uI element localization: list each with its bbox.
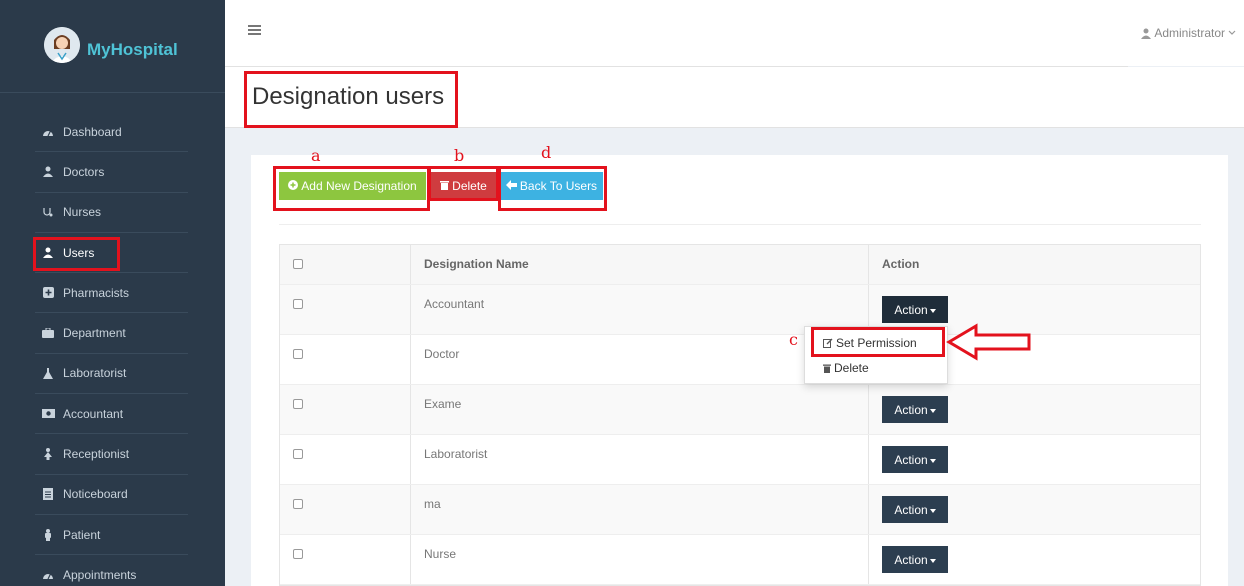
dashboard-icon	[41, 568, 55, 582]
briefcase-icon	[41, 326, 55, 340]
trash-icon	[823, 364, 831, 373]
dashboard-icon	[41, 125, 55, 139]
designation-name: ma	[424, 497, 441, 511]
sidebar-item-nurses[interactable]: Nurses	[35, 193, 188, 233]
sidebar-item-noticeboard[interactable]: Noticeboard	[35, 475, 188, 515]
table-row: Exame Action	[280, 385, 1200, 435]
user-name: Administrator	[1154, 26, 1225, 40]
sidebar-item-label: Nurses	[63, 205, 102, 220]
designation-name: Doctor	[424, 347, 460, 361]
sidebar-item-department[interactable]: Department	[35, 313, 188, 354]
designation-name: Exame	[424, 397, 462, 411]
table-row: Laboratorist Action	[280, 435, 1200, 485]
sidebar-item-label: Receptionist	[63, 447, 130, 462]
highlight-users	[33, 237, 120, 271]
table-row: ma Action	[280, 485, 1200, 535]
select-all-checkbox[interactable]	[293, 259, 303, 269]
sidebar: MyHospital Dashboard Doctors Nurses User…	[0, 0, 225, 586]
panel-divider	[279, 224, 1201, 225]
sidebar-item-doctors[interactable]: Doctors	[35, 152, 188, 193]
sidebar-item-label: Patient	[63, 527, 101, 542]
caret-down-icon	[929, 308, 936, 313]
designation-name: Accountant	[424, 297, 485, 311]
flask-icon	[41, 366, 55, 380]
sidebar-item-label: Department	[63, 326, 126, 341]
sidebar-item-appointments[interactable]: Appointments	[35, 555, 188, 586]
designation-name: Nurse	[424, 547, 457, 561]
sidebar-item-label: Doctors	[63, 164, 105, 179]
annotation-d: d	[541, 143, 552, 162]
sidebar-item-receptionist[interactable]: Receptionist	[35, 434, 188, 475]
arrow-left-annotation-icon	[946, 323, 1031, 361]
app-logo-text: MyHospital	[87, 40, 178, 59]
sidebar-item-dashboard[interactable]: Dashboard	[35, 112, 188, 153]
row-checkbox[interactable]	[293, 549, 303, 559]
sidebar-nav: Dashboard Doctors Nurses Users Pharmacis…	[35, 112, 188, 586]
stethoscope-icon	[41, 205, 55, 219]
sidebar-item-label: Accountant	[63, 406, 124, 421]
column-header-action: Action	[882, 257, 920, 271]
table-row: Nurse Action	[280, 535, 1200, 585]
sidebar-item-label: Pharmacists	[63, 285, 130, 300]
chevron-down-icon	[1228, 30, 1236, 35]
sidebar-item-label: Laboratorist	[63, 366, 127, 381]
plus-square-icon	[41, 286, 55, 300]
sidebar-item-label: Dashboard	[63, 124, 122, 139]
highlight-delete	[428, 166, 499, 201]
sidebar-item-label: Noticeboard	[63, 487, 128, 502]
caret-down-icon	[929, 458, 936, 463]
sidebar-item-patient[interactable]: Patient	[35, 515, 188, 556]
topbar: Administrator	[225, 0, 1244, 66]
action-dropdown-button[interactable]: Action	[882, 396, 948, 423]
user-menu[interactable]: Administrator	[1141, 26, 1236, 40]
row-checkbox[interactable]	[293, 399, 303, 409]
caret-down-icon	[929, 408, 936, 413]
file-text-icon	[41, 487, 55, 501]
action-dropdown-button[interactable]: Action	[882, 496, 948, 523]
table-header-row: Designation Name Action	[280, 245, 1200, 285]
caret-down-icon	[929, 558, 936, 563]
table-row: Accountant Action	[280, 285, 1200, 335]
annotation-b: b	[454, 146, 465, 165]
sidebar-item-pharmacists[interactable]: Pharmacists	[35, 273, 188, 314]
highlight-set-permission	[811, 327, 945, 357]
delete-menu-label: Delete	[834, 361, 869, 375]
menu-toggle-icon[interactable]	[248, 25, 261, 35]
column-header-designation: Designation Name	[424, 257, 529, 271]
money-icon	[41, 407, 55, 421]
row-checkbox[interactable]	[293, 299, 303, 309]
doctor-avatar-icon	[44, 27, 80, 63]
row-checkbox[interactable]	[293, 499, 303, 509]
sidebar-item-accountant[interactable]: Accountant	[35, 394, 188, 435]
table-row: Doctor	[280, 335, 1200, 385]
female-icon	[41, 447, 55, 461]
delete-menu-item[interactable]: Delete	[823, 361, 869, 375]
user-icon	[1141, 28, 1152, 39]
highlight-title	[244, 71, 458, 128]
row-checkbox[interactable]	[293, 449, 303, 459]
action-dropdown-button[interactable]: Action	[882, 446, 948, 473]
user-md-icon	[41, 165, 55, 179]
action-dropdown-button[interactable]: Action	[882, 546, 948, 573]
logo-area: MyHospital	[0, 0, 225, 93]
sidebar-item-label: Appointments	[63, 567, 137, 582]
designation-name: Laboratorist	[424, 447, 488, 461]
designation-table: Designation Name Action Accountant Actio…	[279, 244, 1201, 586]
row-checkbox[interactable]	[293, 349, 303, 359]
sidebar-item-laboratorist[interactable]: Laboratorist	[35, 354, 188, 395]
action-dropdown-button[interactable]: Action	[882, 296, 948, 323]
highlight-back	[498, 166, 607, 211]
highlight-add	[273, 166, 430, 211]
annotation-a: a	[311, 146, 321, 165]
caret-down-icon	[929, 508, 936, 513]
male-icon	[41, 528, 55, 542]
